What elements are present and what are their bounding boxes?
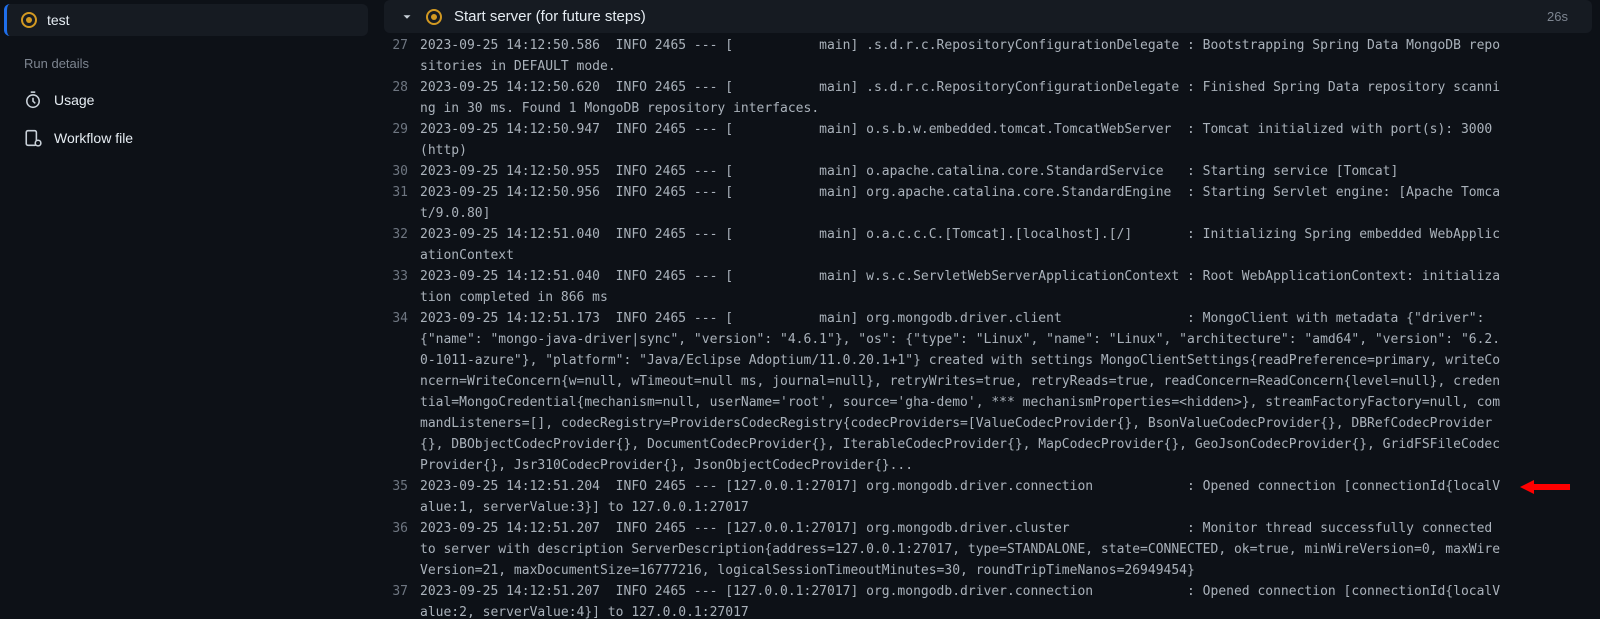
stopwatch-icon — [24, 91, 42, 109]
log-line-number: 31 — [376, 182, 420, 203]
log-line-text: 2023-09-25 14:12:50.586 INFO 2465 --- [ … — [420, 35, 1584, 77]
step-duration: 26s — [1547, 9, 1576, 24]
log-line-number: 36 — [376, 518, 420, 539]
log-line-number: 30 — [376, 161, 420, 182]
job-name: test — [47, 12, 70, 28]
log-line-text: 2023-09-25 14:12:51.173 INFO 2465 --- [ … — [420, 308, 1584, 476]
log-line-text: 2023-09-25 14:12:51.204 INFO 2465 --- [1… — [420, 476, 1584, 518]
step-header[interactable]: Start server (for future steps) 26s — [384, 0, 1592, 33]
log-line-text: 2023-09-25 14:12:50.956 INFO 2465 --- [ … — [420, 182, 1584, 224]
log-line-text: 2023-09-25 14:12:50.620 INFO 2465 --- [ … — [420, 77, 1584, 119]
log-line-number: 28 — [376, 77, 420, 98]
nav-workflow-file[interactable]: Workflow file — [0, 119, 376, 157]
log-line-number: 29 — [376, 119, 420, 140]
log-line-text: 2023-09-25 14:12:51.207 INFO 2465 --- [1… — [420, 518, 1584, 581]
log-line-number: 34 — [376, 308, 420, 329]
log-line[interactable]: 272023-09-25 14:12:50.586 INFO 2465 --- … — [376, 35, 1584, 77]
log-line[interactable]: 332023-09-25 14:12:51.040 INFO 2465 --- … — [376, 266, 1584, 308]
nav-usage[interactable]: Usage — [0, 81, 376, 119]
log-line-number: 32 — [376, 224, 420, 245]
log-line[interactable]: 352023-09-25 14:12:51.204 INFO 2465 --- … — [376, 476, 1584, 518]
workflow-file-icon — [24, 129, 42, 147]
log-line-text: 2023-09-25 14:12:50.947 INFO 2465 --- [ … — [420, 119, 1584, 161]
log-line-text: 2023-09-25 14:12:50.955 INFO 2465 --- [ … — [420, 161, 1584, 182]
log-line[interactable]: 372023-09-25 14:12:51.207 INFO 2465 --- … — [376, 581, 1584, 619]
log-line-number: 27 — [376, 35, 420, 56]
log-line-text: 2023-09-25 14:12:51.040 INFO 2465 --- [ … — [420, 266, 1584, 308]
log-line[interactable]: 312023-09-25 14:12:50.956 INFO 2465 --- … — [376, 182, 1584, 224]
nav-usage-label: Usage — [54, 92, 94, 108]
nav-workflow-file-label: Workflow file — [54, 130, 133, 146]
main-panel: Start server (for future steps) 26s 2720… — [376, 0, 1600, 619]
log-line[interactable]: 342023-09-25 14:12:51.173 INFO 2465 --- … — [376, 308, 1584, 476]
log-line[interactable]: 282023-09-25 14:12:50.620 INFO 2465 --- … — [376, 77, 1584, 119]
log-line[interactable]: 322023-09-25 14:12:51.040 INFO 2465 --- … — [376, 224, 1584, 266]
sidebar: test Run details Usage Workflow file — [0, 0, 376, 619]
log-line-number: 33 — [376, 266, 420, 287]
log-line[interactable]: 362023-09-25 14:12:51.207 INFO 2465 --- … — [376, 518, 1584, 581]
run-details-heading: Run details — [0, 36, 376, 81]
log-line[interactable]: 302023-09-25 14:12:50.955 INFO 2465 --- … — [376, 161, 1584, 182]
step-title: Start server (for future steps) — [454, 8, 1535, 25]
chevron-down-icon — [400, 10, 414, 24]
job-item-test[interactable]: test — [4, 4, 368, 36]
log-output[interactable]: 272023-09-25 14:12:50.586 INFO 2465 --- … — [376, 35, 1600, 619]
status-in-progress-icon — [426, 9, 442, 25]
log-line-text: 2023-09-25 14:12:51.207 INFO 2465 --- [1… — [420, 581, 1584, 619]
annotation-arrow-icon — [1520, 478, 1570, 496]
status-in-progress-icon — [21, 12, 37, 28]
log-line-number: 35 — [376, 476, 420, 497]
log-line-text: 2023-09-25 14:12:51.040 INFO 2465 --- [ … — [420, 224, 1584, 266]
log-line[interactable]: 292023-09-25 14:12:50.947 INFO 2465 --- … — [376, 119, 1584, 161]
log-line-number: 37 — [376, 581, 420, 602]
